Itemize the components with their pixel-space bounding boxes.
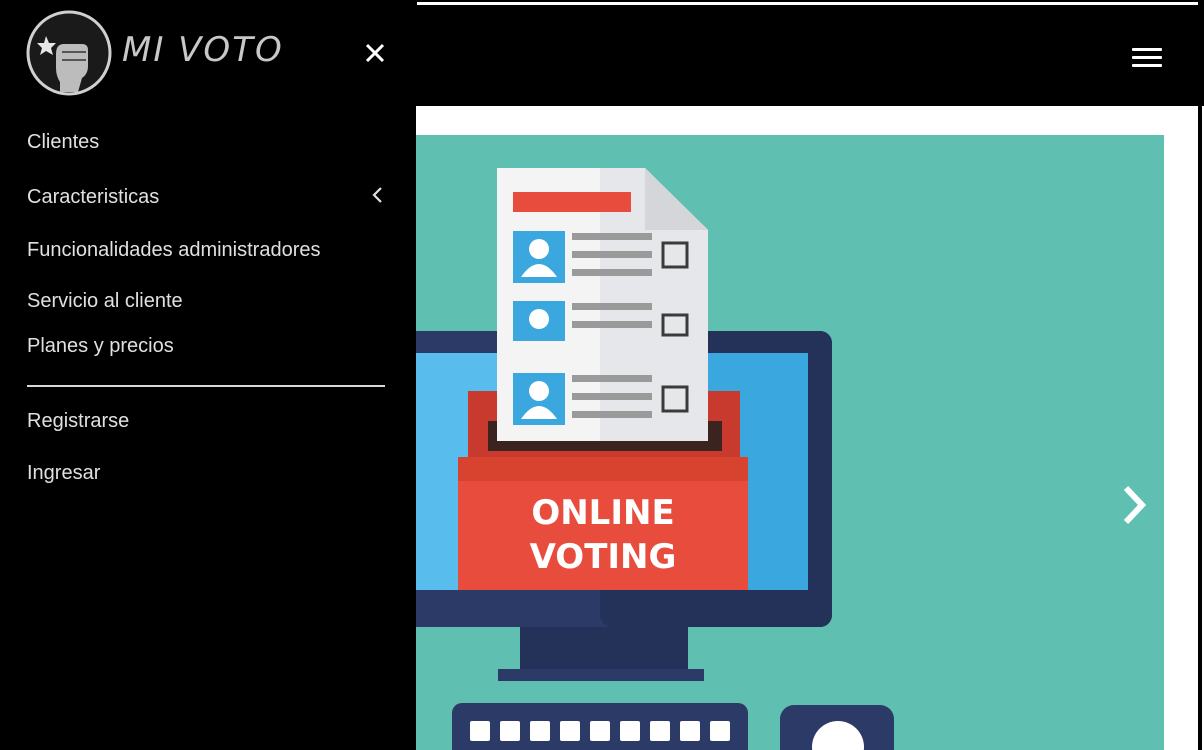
nav-item-caracteristicas[interactable]: Caracteristicas [27,186,159,209]
nav-item-clientes[interactable]: Clientes [27,131,99,154]
caption-line-2: VOTING [529,537,677,577]
close-icon[interactable] [362,40,388,66]
hamburger-icon[interactable] [1130,44,1164,70]
nav-item-planes[interactable]: Planes y precios [27,335,174,358]
nav-item-registrarse[interactable]: Registrarse [27,410,129,433]
chevron-right-icon[interactable] [1118,484,1152,526]
caption-line-1: ONLINE [531,493,675,533]
nav-item-ingresar[interactable]: Ingresar [27,462,100,485]
side-drawer: MI VOTO Clientes Caracteristicas Funcion… [0,0,416,750]
page-right-border [1198,0,1202,750]
nav-item-funcionalidades[interactable]: Funcionalidades administradores [27,239,321,262]
menu-divider [27,385,385,387]
hero-caption: ONLINE VOTING [458,491,748,579]
brand-name[interactable]: MI VOTO [122,30,284,70]
raised-fist-star-icon[interactable] [26,10,112,96]
navbar-top-line [417,2,1202,5]
nav-item-servicio[interactable]: Servicio al cliente [27,290,183,313]
chevron-left-icon[interactable] [370,186,386,204]
